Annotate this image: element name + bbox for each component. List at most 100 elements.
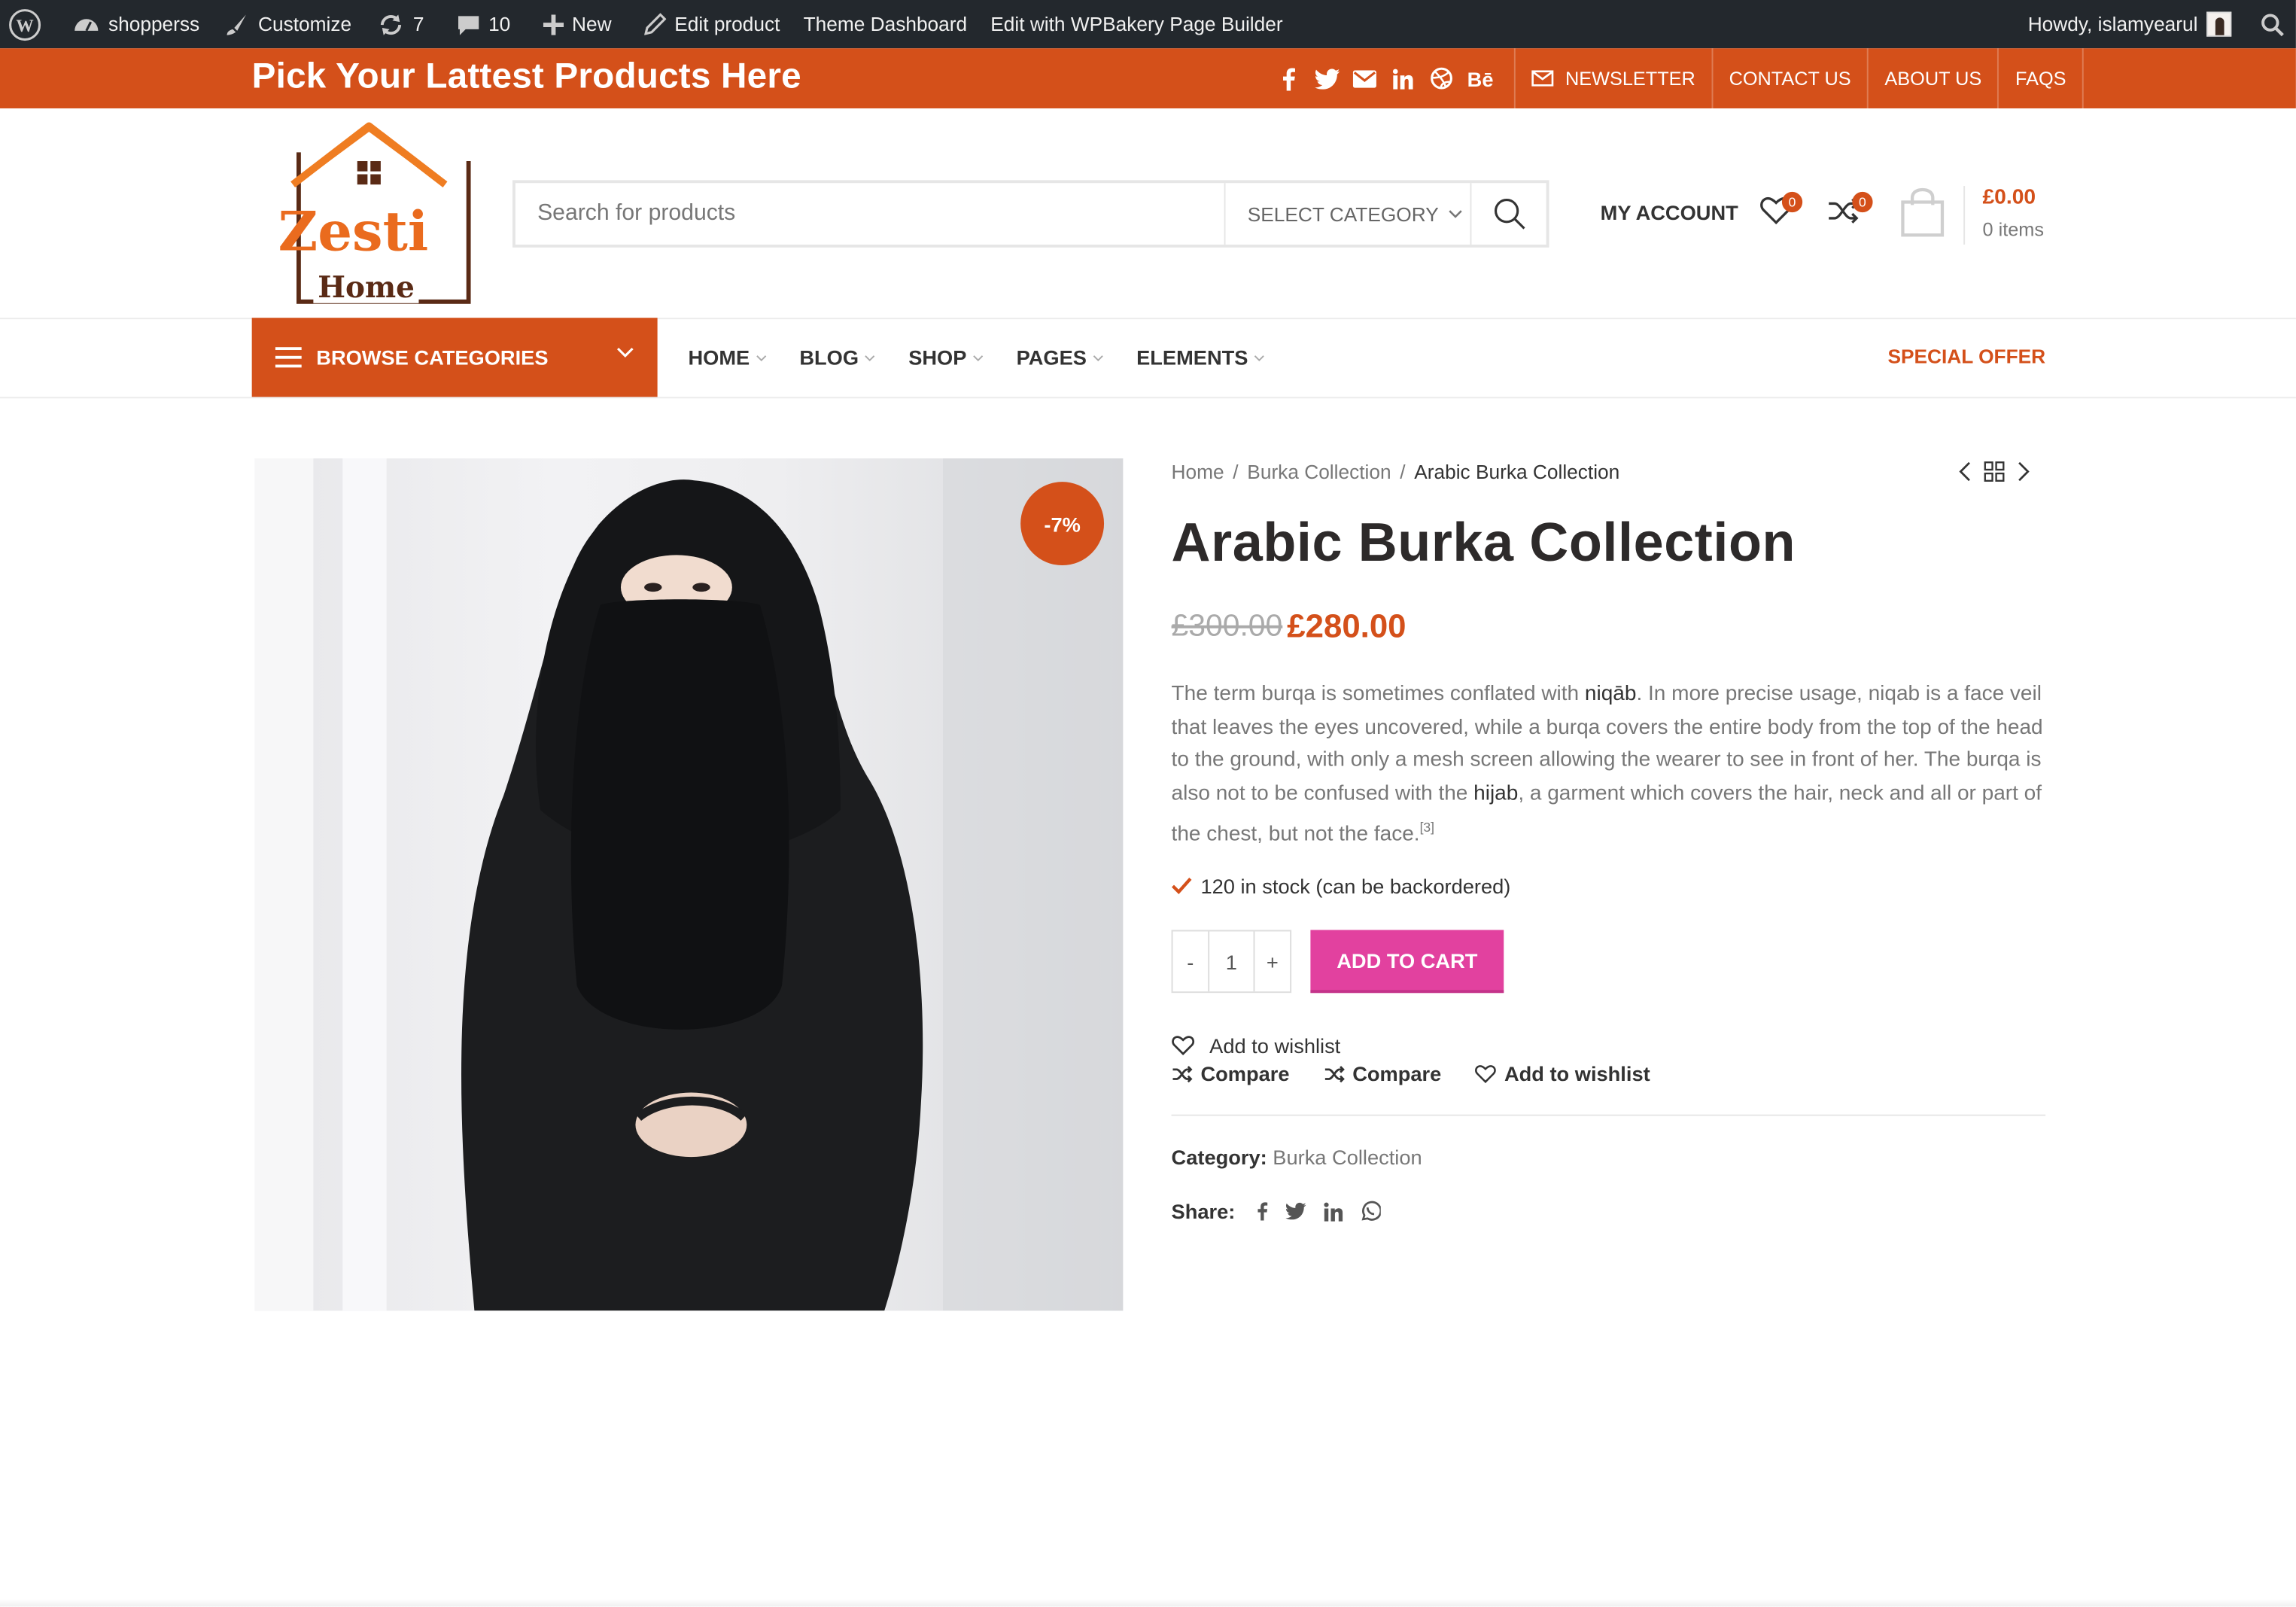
contact-us-link[interactable]: CONTACT US [1711, 48, 1867, 108]
product-title: Arabic Burka Collection [1171, 512, 1796, 573]
chevron-down-icon [1254, 355, 1265, 361]
nav-pages-label: PAGES [1016, 345, 1087, 370]
search-icon [1494, 199, 1525, 230]
nav-divider-bottom [0, 397, 2296, 399]
reference-link[interactable]: [3] [1420, 820, 1434, 834]
browse-categories-label: BROWSE CATEGORIES [316, 345, 549, 370]
browse-categories-button[interactable]: BROWSE CATEGORIES [251, 318, 658, 397]
top-bar: Pick Your Lattest Products Here Bē NEWSL… [0, 48, 2296, 108]
customize-link[interactable]: Customize [211, 0, 363, 48]
main-navigation: HOME BLOG SHOP PAGES ELEMENTS [688, 318, 1265, 397]
heart-icon [1172, 1036, 1195, 1056]
breadcrumb-home[interactable]: Home [1172, 461, 1224, 483]
adminbar-search-button[interactable] [2243, 0, 2296, 48]
hijab-link[interactable]: hijab [1473, 782, 1518, 805]
add-to-wishlist-link-secondary[interactable]: Add to wishlist [1475, 1062, 1650, 1085]
new-content-link[interactable]: New [522, 0, 623, 48]
compare-count-badge: 0 [1852, 191, 1873, 213]
search-button[interactable] [1470, 183, 1546, 245]
nav-item-blog[interactable]: BLOG [799, 345, 876, 369]
faqs-link[interactable]: FAQS [1997, 48, 2084, 108]
my-account-link[interactable]: MY ACCOUNT [1601, 201, 1738, 224]
wordpress-logo-button[interactable]: W [0, 0, 53, 48]
new-label: New [572, 13, 612, 35]
quantity-minus-button[interactable]: - [1173, 931, 1209, 991]
updates-count: 7 [412, 13, 424, 35]
stock-status: 120 in stock (can be backordered) [1171, 874, 1511, 898]
add-to-wishlist-label: Add to wishlist [1209, 1033, 1341, 1058]
site-name-link[interactable]: shopperss [53, 0, 211, 48]
product-description: The term burqa is sometimes conflated wi… [1172, 678, 2050, 851]
comments-link[interactable]: 10 [436, 0, 522, 48]
search-input[interactable] [515, 183, 1224, 245]
facebook-icon[interactable] [1276, 65, 1302, 92]
desc-text-1: The term burqa is sometimes conflated wi… [1171, 682, 1585, 706]
topbar-tagline: Pick Your Lattest Products Here [251, 56, 801, 97]
chevron-left-icon[interactable] [1957, 461, 1972, 482]
cart-button[interactable] [1901, 187, 1945, 240]
twitter-icon[interactable] [1285, 1202, 1306, 1220]
whatsapp-icon[interactable] [1360, 1201, 1380, 1221]
dribbble-icon[interactable] [1428, 65, 1454, 92]
newsletter-link[interactable]: NEWSLETTER [1513, 48, 1711, 108]
compare-link-secondary[interactable]: Compare [1323, 1062, 1441, 1085]
site-logo[interactable]: Zesti Home [257, 120, 477, 308]
search-icon [2261, 13, 2284, 36]
grid-icon[interactable] [1984, 461, 2005, 482]
add-to-wishlist-link[interactable]: Add to wishlist [1172, 1033, 1341, 1058]
heart-icon [1475, 1064, 1497, 1083]
chevron-right-icon[interactable] [2016, 461, 2030, 482]
nav-item-shop[interactable]: SHOP [908, 345, 984, 369]
stock-label: 120 in stock (can be backordered) [1200, 874, 1511, 898]
cart-separator [1963, 186, 1966, 245]
breadcrumb-current: Arabic Burka Collection [1414, 461, 1620, 484]
breadcrumb-category[interactable]: Burka Collection [1247, 461, 1391, 483]
checkmark-icon [1171, 877, 1192, 895]
compare-button[interactable]: 0 [1827, 191, 1873, 232]
quantity-plus-button[interactable]: + [1254, 931, 1290, 991]
category-link[interactable]: Burka Collection [1273, 1146, 1422, 1169]
page-bottom-shadow [0, 1599, 2296, 1607]
quantity-stepper: - 1 + [1171, 930, 1292, 994]
breadcrumb-separator: / [1400, 461, 1406, 484]
facebook-icon[interactable] [1256, 1201, 1268, 1221]
theme-dashboard-link[interactable]: Theme Dashboard [792, 0, 979, 48]
quantity-input[interactable]: 1 [1208, 931, 1255, 992]
product-actions: Compare Compare Add to wishlist [1172, 1062, 1650, 1085]
wpbakery-label: Edit with WPBakery Page Builder [990, 13, 1283, 35]
compare-link[interactable]: Compare [1172, 1062, 1290, 1085]
email-icon[interactable] [1352, 65, 1378, 92]
avatar [2206, 11, 2232, 37]
faqs-label: FAQS [2015, 67, 2066, 90]
updates-link[interactable]: 7 [363, 0, 436, 48]
category-label: Category: [1171, 1145, 1267, 1169]
site-name: shopperss [108, 13, 200, 35]
twitter-icon[interactable] [1313, 65, 1340, 92]
product-image[interactable] [254, 458, 1124, 1311]
wpbakery-link[interactable]: Edit with WPBakery Page Builder [979, 0, 1294, 48]
nav-item-elements[interactable]: ELEMENTS [1136, 345, 1266, 369]
linkedin-icon[interactable] [1323, 1201, 1343, 1221]
discount-badge: -7% [1020, 482, 1105, 566]
updates-icon [381, 14, 402, 35]
my-account-adminbar[interactable]: Howdy, islamyearul [2016, 0, 2243, 48]
chevron-down-icon [865, 355, 876, 361]
edit-product-link[interactable]: Edit product [623, 0, 792, 48]
behance-icon[interactable]: Bē [1466, 65, 1495, 92]
meta-divider [1171, 1114, 2046, 1116]
cart-total[interactable]: £0.00 [1982, 186, 2036, 209]
add-to-cart-button[interactable]: ADD TO CART [1310, 930, 1504, 994]
about-us-link[interactable]: ABOUT US [1867, 48, 1998, 108]
special-offer-link[interactable]: SPECIAL OFFER [1887, 345, 2045, 367]
nav-item-pages[interactable]: PAGES [1017, 345, 1105, 369]
chevron-down-icon [616, 347, 634, 358]
niqab-link[interactable]: niqāb [1585, 683, 1637, 706]
linkedin-icon[interactable] [1389, 65, 1416, 92]
logo-subtext: Home [313, 270, 419, 303]
product-category-meta: Category: Burka Collection [1172, 1146, 1422, 1169]
contact-us-label: CONTACT US [1729, 67, 1851, 90]
nav-item-home[interactable]: HOME [688, 345, 767, 369]
pencil-icon [643, 13, 666, 35]
wishlist-button[interactable]: 0 [1760, 191, 1803, 232]
select-category-dropdown[interactable]: SELECT CATEGORY [1224, 183, 1470, 245]
